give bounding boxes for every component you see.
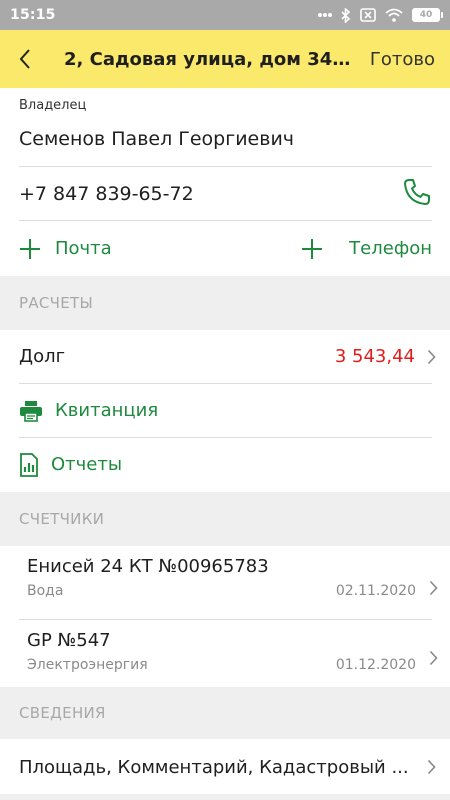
section-header-meters: СЧЕТЧИКИ [0, 492, 450, 546]
meter-date: 01.12.2020 [335, 657, 416, 673]
bottom-divider [0, 794, 450, 800]
add-phone-button[interactable]: Телефон [301, 238, 432, 260]
owner-name-field[interactable]: Семенов Павел Георгиевич [19, 128, 294, 150]
meter-item[interactable]: Енисей 24 КТ №00965783 Вода 02.11.2020 [0, 556, 450, 620]
section-header-info: СВЕДЕНИЯ [0, 687, 450, 739]
chevron-right-icon [429, 630, 438, 686]
status-bar: 15:15 40 [0, 0, 450, 30]
more-dots-icon [318, 12, 332, 18]
meter-item[interactable]: GP №547 Электроэнергия 01.12.2020 [0, 630, 450, 686]
sim-disabled-icon [360, 8, 376, 22]
add-contacts-row: Почта Телефон [19, 222, 432, 275]
plus-icon [20, 238, 40, 259]
call-phone-icon[interactable] [402, 177, 432, 211]
printer-icon [20, 400, 42, 422]
owner-label: Владелец [19, 98, 87, 113]
chevron-left-icon [19, 49, 30, 69]
chevron-right-icon [429, 556, 438, 620]
chevron-right-icon [427, 349, 436, 364]
done-button[interactable]: Готово [370, 49, 450, 70]
meter-name: Енисей 24 КТ №00965783 [27, 556, 269, 577]
status-time: 15:15 [10, 7, 56, 23]
back-button[interactable] [0, 30, 50, 88]
add-phone-label: Телефон [349, 238, 432, 259]
divider [19, 619, 432, 620]
divider [19, 220, 432, 221]
info-details-row[interactable]: Площадь, Комментарий, Кадастровый ... [0, 740, 450, 794]
chevron-right-icon [427, 759, 436, 775]
report-chart-icon [20, 452, 38, 477]
app-bar: 2, Садовая улица, дом 34 (... Готово [0, 30, 450, 88]
reports-button[interactable]: Отчеты [0, 438, 450, 491]
debt-value: 3 543,44 [334, 346, 415, 367]
battery-icon: 40 [412, 8, 443, 22]
add-mail-label: Почта [55, 238, 112, 259]
meter-type: Вода [27, 583, 64, 599]
status-icons: 40 [318, 7, 443, 23]
phone-row: +7 847 839-65-72 [19, 167, 432, 220]
section-header-payments: РАСЧЕТЫ [0, 276, 450, 330]
phone-field[interactable]: +7 847 839-65-72 [19, 183, 194, 205]
debt-row[interactable]: Долг 3 543,44 [0, 330, 450, 383]
debt-label: Долг [19, 346, 66, 367]
receipt-button[interactable]: Квитанция [0, 384, 450, 437]
receipt-label: Квитанция [55, 400, 159, 421]
meter-date: 02.11.2020 [335, 583, 416, 599]
wifi-icon [385, 8, 403, 22]
meter-type: Электроэнергия [27, 657, 148, 673]
bluetooth-icon [341, 7, 351, 23]
page-title: 2, Садовая улица, дом 34 (... [64, 48, 368, 70]
plus-icon [302, 238, 323, 259]
reports-label: Отчеты [51, 454, 123, 475]
info-details-label: Площадь, Комментарий, Кадастровый ... [19, 756, 409, 778]
meter-name: GP №547 [27, 630, 111, 651]
add-mail-button[interactable]: Почта [19, 238, 112, 260]
